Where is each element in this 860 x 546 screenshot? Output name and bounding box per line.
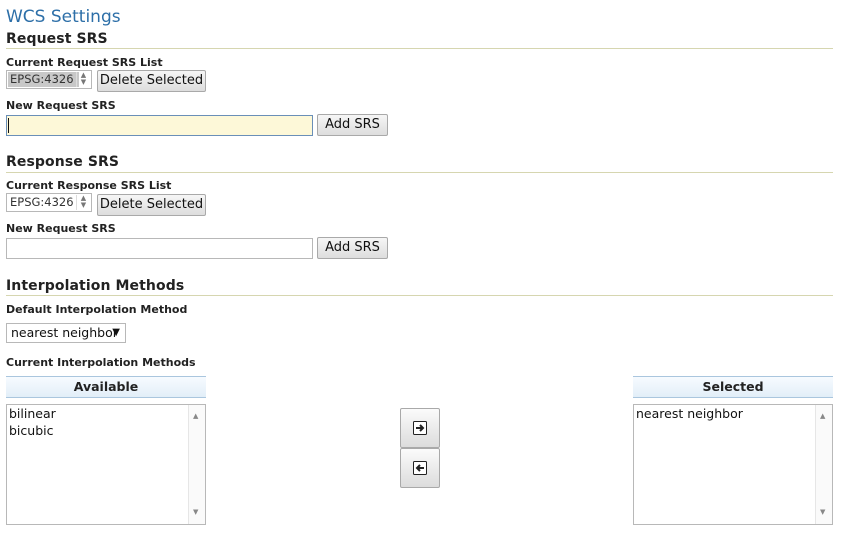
- add-request-srs-button[interactable]: Add SRS: [317, 114, 388, 136]
- new-request-srs-input[interactable]: [6, 115, 313, 136]
- add-response-srs-button[interactable]: Add SRS: [317, 237, 388, 259]
- scroll-up-icon[interactable]: ▲: [193, 408, 198, 425]
- response-srs-heading: Response SRS: [6, 154, 120, 170]
- current-request-srs-label: Current Request SRS List: [6, 56, 163, 69]
- page-title: WCS Settings: [6, 7, 121, 27]
- default-interpolation-label: Default Interpolation Method: [6, 303, 188, 316]
- scrollbar[interactable]: ▲ ▼: [188, 405, 205, 524]
- text-caret: [8, 118, 9, 133]
- interpolation-heading: Interpolation Methods: [6, 278, 185, 294]
- arrow-left-icon: [413, 461, 427, 475]
- response-srs-option[interactable]: EPSG:4326: [8, 195, 79, 210]
- current-response-srs-label: Current Response SRS List: [6, 179, 172, 192]
- available-header: Available: [6, 376, 206, 398]
- section-divider: [6, 295, 833, 296]
- new-request-srs-label: New Request SRS: [6, 99, 116, 112]
- scroll-down-icon[interactable]: ▼: [820, 504, 825, 521]
- default-interpolation-select[interactable]: nearest neighbor ▼: [6, 323, 126, 343]
- section-divider: [6, 48, 833, 49]
- delete-selected-request-button[interactable]: Delete Selected: [97, 70, 206, 92]
- scrollbar[interactable]: ▲ ▼: [815, 405, 832, 524]
- section-divider: [6, 172, 833, 173]
- list-item[interactable]: bilinear: [7, 405, 205, 422]
- dropdown-arrow-icon: ▼: [112, 327, 120, 338]
- request-srs-option[interactable]: EPSG:4326: [8, 72, 79, 87]
- request-srs-heading: Request SRS: [6, 31, 108, 47]
- selected-header: Selected: [633, 376, 833, 398]
- request-srs-list[interactable]: EPSG:4326 ▲ ▼: [6, 70, 92, 89]
- new-response-srs-label: New Request SRS: [6, 222, 116, 235]
- scroll-down-icon[interactable]: ▼: [193, 504, 198, 521]
- selected-list[interactable]: nearest neighbor ▲ ▼: [633, 404, 833, 525]
- available-list[interactable]: bilinear bicubic ▲ ▼: [6, 404, 206, 525]
- list-item[interactable]: nearest neighbor: [634, 405, 832, 422]
- response-srs-list[interactable]: EPSG:4326 ▲ ▼: [6, 193, 92, 212]
- arrow-right-icon: [413, 421, 427, 435]
- default-interpolation-value: nearest neighbor: [11, 325, 118, 340]
- list-spinner-icon[interactable]: ▲ ▼: [76, 72, 90, 87]
- move-right-button[interactable]: [400, 408, 440, 448]
- delete-selected-response-button[interactable]: Delete Selected: [97, 194, 206, 216]
- new-response-srs-input[interactable]: [6, 238, 313, 259]
- current-interpolation-label: Current Interpolation Methods: [6, 356, 196, 369]
- list-item[interactable]: bicubic: [7, 422, 205, 439]
- list-spinner-icon[interactable]: ▲ ▼: [76, 195, 90, 210]
- move-left-button[interactable]: [400, 448, 440, 488]
- scroll-up-icon[interactable]: ▲: [820, 408, 825, 425]
